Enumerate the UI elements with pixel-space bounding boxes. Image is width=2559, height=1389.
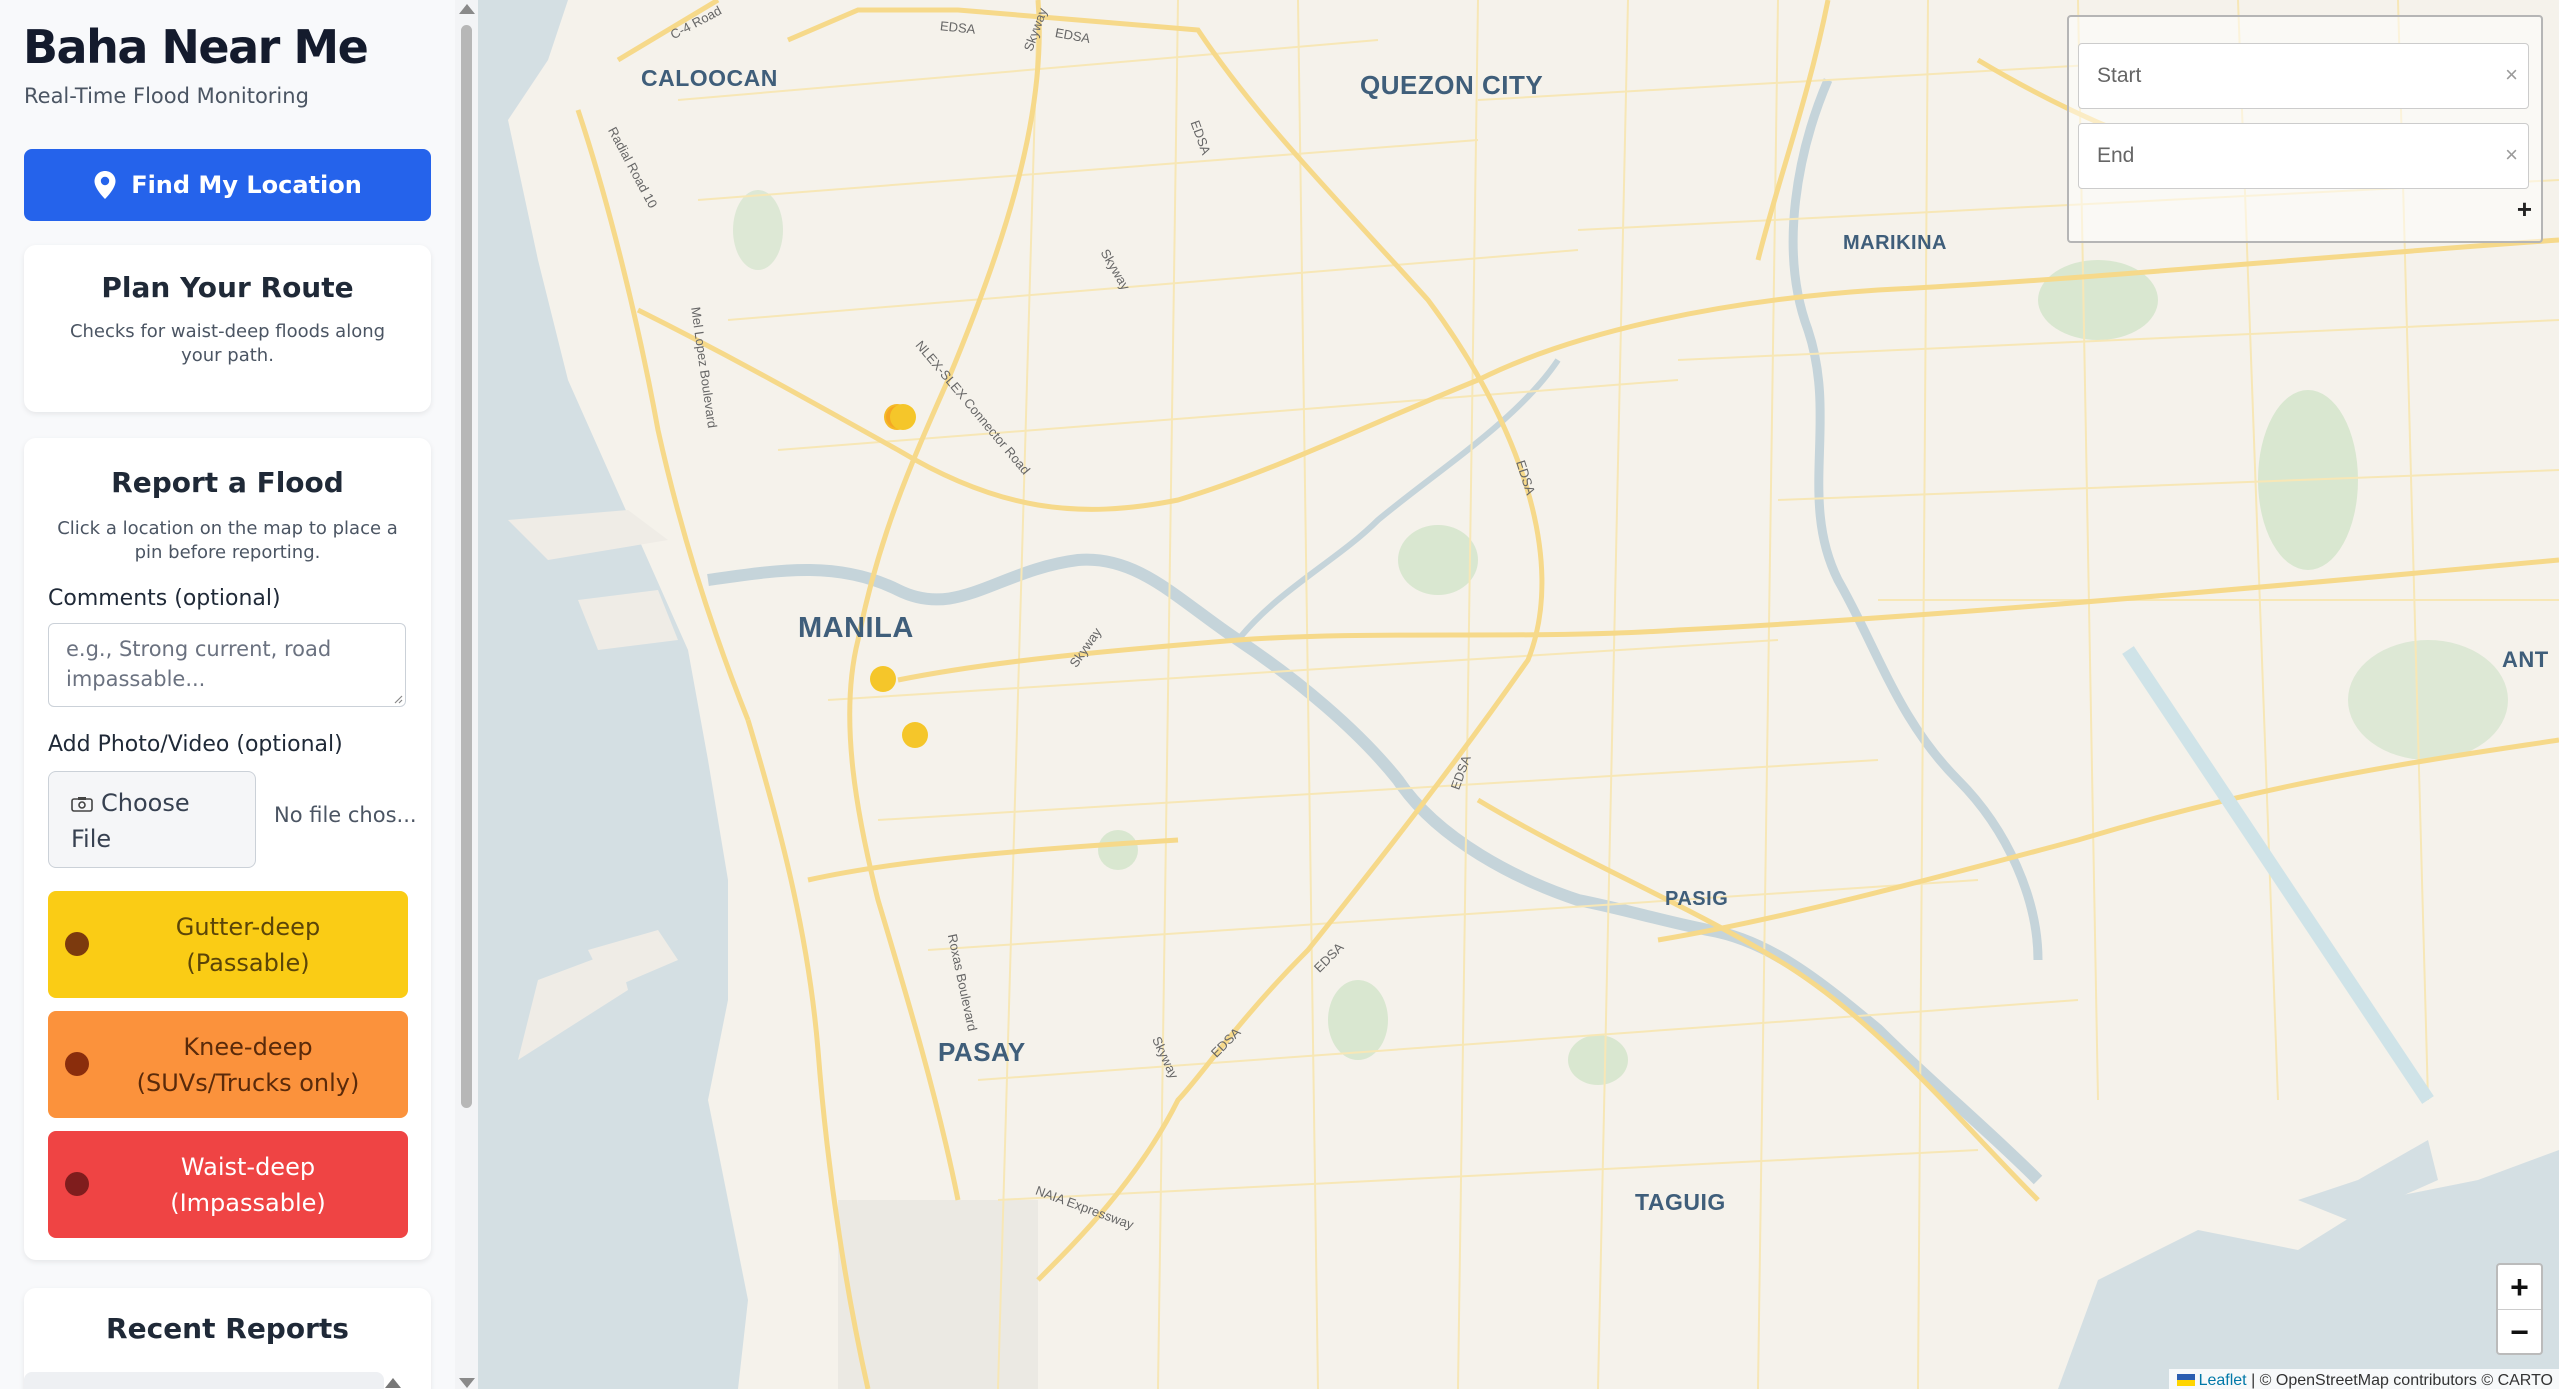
report-flood-title: Report a Flood <box>111 466 344 499</box>
add-waypoint-button[interactable]: + <box>2517 194 2532 225</box>
route-start-input[interactable]: Start × <box>2078 43 2529 109</box>
map-label-pasig: PASIG <box>1665 888 1729 910</box>
comments-textarea[interactable]: e.g., Strong current, road impassable... <box>48 623 406 707</box>
routing-control: Start × End × + <box>2067 15 2543 243</box>
map-label-taguig: TAGUIG <box>1635 1189 1726 1215</box>
map-label-ant: ANT <box>2502 647 2549 672</box>
leaflet-link[interactable]: Leaflet <box>2199 1372 2247 1389</box>
severity-dot-icon <box>65 1172 89 1196</box>
flood-marker[interactable] <box>902 722 928 748</box>
attribution-text: | © OpenStreetMap contributors © CARTO <box>2246 1372 2553 1389</box>
scroll-down-arrow-icon[interactable] <box>459 1378 475 1388</box>
photo-video-label: Add Photo/Video (optional) <box>48 732 343 757</box>
knee-deep-label: Knee-deep (SUVs/Trucks only) <box>136 1032 360 1097</box>
route-end-placeholder: End <box>2097 144 2135 167</box>
recent-list-scroll-up-icon[interactable] <box>385 1378 401 1388</box>
plan-route-description: Checks for waist-deep floods along your … <box>69 321 386 366</box>
severity-dot-icon <box>65 1052 89 1076</box>
map-attribution: Leaflet | © OpenStreetMap contributors ©… <box>2168 1369 2559 1389</box>
recent-reports-list[interactable] <box>24 1372 384 1389</box>
find-my-location-label: Find My Location <box>131 171 362 199</box>
sidebar: Baha Near Me Real-Time Flood Monitoring … <box>0 0 479 1389</box>
flood-marker[interactable] <box>890 404 916 430</box>
comments-placeholder: e.g., Strong current, road impassable... <box>66 637 332 691</box>
plan-route-title: Plan Your Route <box>101 271 354 304</box>
ukraine-flag-icon <box>2176 1374 2195 1386</box>
clear-end-icon[interactable]: × <box>2505 142 2518 168</box>
route-end-input[interactable]: End × <box>2078 123 2529 189</box>
file-status-text: No file chos... <box>274 803 417 827</box>
route-start-placeholder: Start <box>2097 64 2142 87</box>
find-my-location-button[interactable]: Find My Location <box>24 149 431 221</box>
map-label-caloocan: CALOOCAN <box>641 65 778 91</box>
zoom-out-button[interactable]: − <box>2498 1310 2541 1354</box>
sidebar-scrollbar-thumb[interactable] <box>461 25 472 1108</box>
flood-map[interactable]: CALOOCAN QUEZON CITY MARIKINA MANILA PAS… <box>478 0 2559 1389</box>
plan-route-card: Plan Your Route Checks for waist-deep fl… <box>24 245 431 412</box>
gutter-deep-button[interactable]: Gutter-deep (Passable) <box>48 891 408 998</box>
waist-deep-button[interactable]: Waist-deep (Impassable) <box>48 1131 408 1238</box>
app-title: Baha Near Me <box>23 20 369 74</box>
waist-deep-label: Waist-deep (Impassable) <box>170 1152 326 1217</box>
scroll-up-arrow-icon[interactable] <box>459 4 475 14</box>
report-flood-card: Report a Flood Click a location on the m… <box>24 438 431 1260</box>
gutter-deep-label: Gutter-deep (Passable) <box>175 912 321 977</box>
choose-file-button[interactable]: Choose File <box>48 771 256 868</box>
flood-marker[interactable] <box>870 666 896 692</box>
clear-start-icon[interactable]: × <box>2505 62 2518 88</box>
report-flood-description: Click a location on the map to place a p… <box>57 518 398 563</box>
zoom-control: + − <box>2496 1263 2543 1355</box>
map-label-quezon-city: QUEZON CITY <box>1360 70 1544 100</box>
map-pin-icon <box>94 171 116 199</box>
severity-dot-icon <box>65 932 89 956</box>
resize-grip-icon <box>394 695 403 704</box>
map-label-manila: MANILA <box>798 612 914 644</box>
knee-deep-button[interactable]: Knee-deep (SUVs/Trucks only) <box>48 1011 408 1118</box>
app-subtitle: Real-Time Flood Monitoring <box>24 84 309 108</box>
recent-reports-title: Recent Reports <box>106 1312 349 1345</box>
zoom-in-button[interactable]: + <box>2498 1265 2541 1310</box>
map-label-marikina: MARIKINA <box>1843 232 1947 254</box>
map-label-pasay: PASAY <box>938 1037 1026 1067</box>
comments-label: Comments (optional) <box>48 586 281 611</box>
camera-icon <box>71 797 93 812</box>
